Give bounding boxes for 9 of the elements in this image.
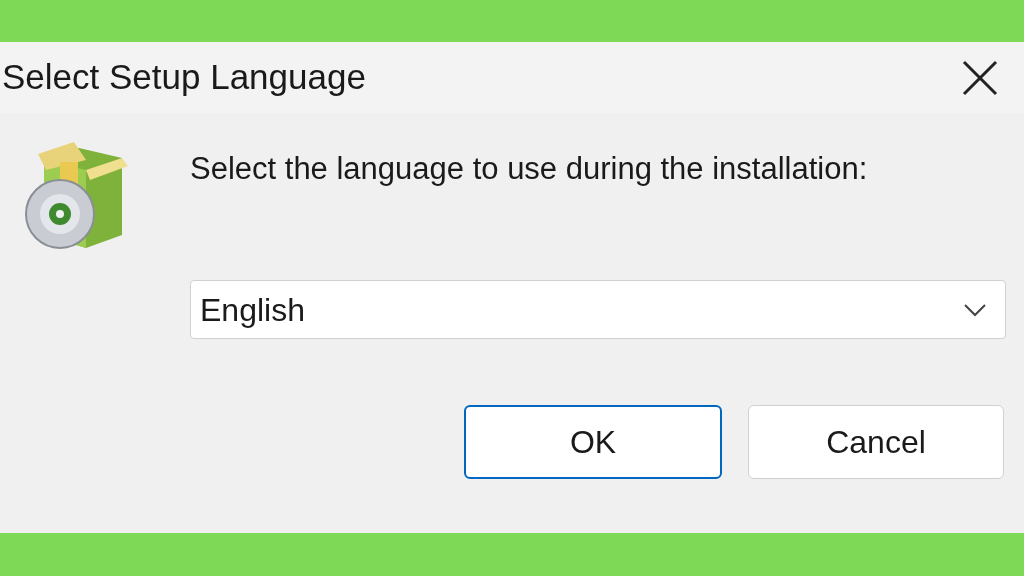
dropdown-value: English (200, 290, 305, 330)
dialog-button[interactable]: Cancel (748, 405, 1004, 479)
close-icon (962, 59, 998, 96)
dialog-button[interactable]: OK (464, 405, 722, 479)
window-title: Select Setup Language (2, 56, 366, 99)
language-dropdown[interactable]: English (190, 280, 1006, 339)
chevron-down-icon (963, 302, 987, 317)
instruction-text: Select the language to use during the installation: (190, 150, 868, 188)
box-with-disc-icon (24, 140, 130, 252)
